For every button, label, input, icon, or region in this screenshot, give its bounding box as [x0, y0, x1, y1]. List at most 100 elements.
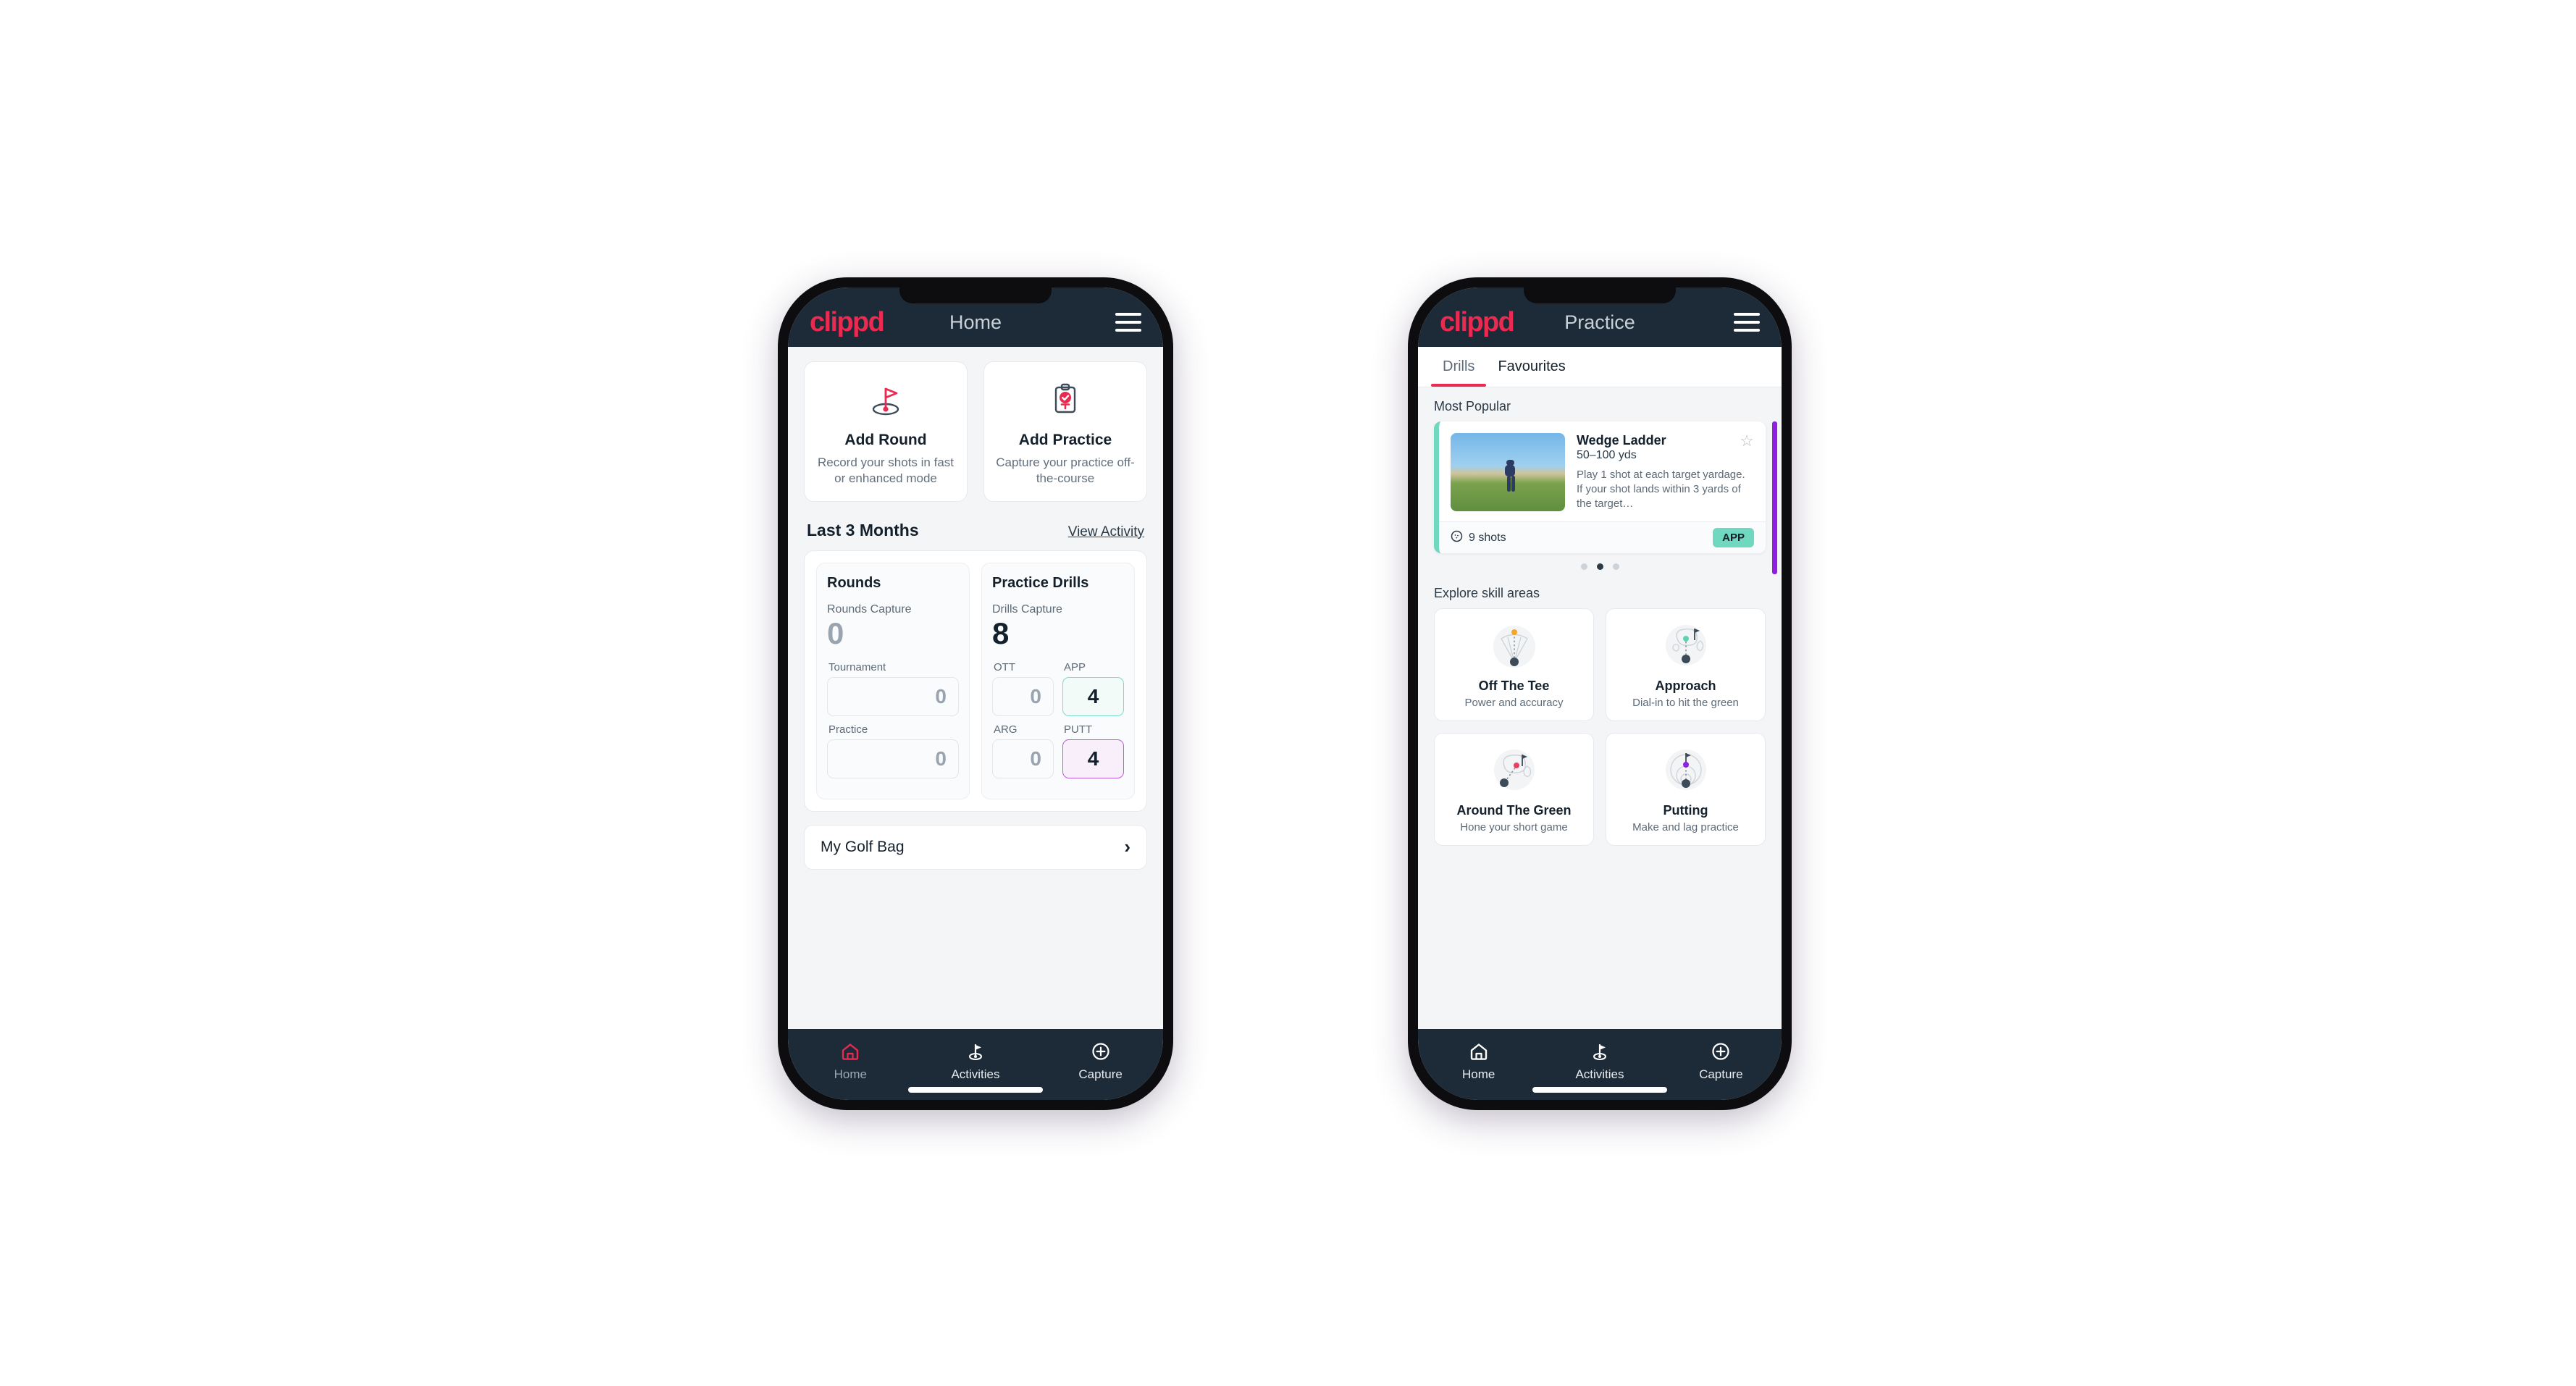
skill-card-approach[interactable]: Approach Dial-in to hit the green — [1606, 608, 1766, 721]
rounds-heading: Rounds — [827, 574, 881, 591]
add-practice-card[interactable]: Add Practice Capture your practice off-t… — [983, 361, 1147, 502]
drill-title: Wedge Ladder — [1577, 433, 1666, 448]
approach-green-icon — [1612, 619, 1759, 674]
skill-subtitle: Power and accuracy — [1464, 697, 1564, 709]
nav-item-activities[interactable]: Activities — [914, 1039, 1038, 1082]
drill-category-badge: APP — [1713, 528, 1754, 547]
app-value-box[interactable]: 4 — [1062, 676, 1124, 716]
add-round-subtitle: Record your shots in fast or enhanced mo… — [817, 455, 955, 485]
star-outline-icon[interactable]: ☆ — [1740, 433, 1754, 449]
clippd-logo[interactable]: clippd — [1440, 308, 1515, 336]
add-round-card[interactable]: Add Round Record your shots in fast or e… — [804, 361, 968, 502]
last-3-months-header: Last 3 Months View Activity — [788, 502, 1163, 550]
plus-circle-icon — [1039, 1039, 1162, 1064]
golfer-silhouette-icon — [1503, 459, 1518, 493]
hamburger-menu-icon[interactable] — [1734, 313, 1760, 332]
nav-label-activities: Activities — [951, 1067, 1000, 1081]
drill-thumbnail — [1451, 433, 1565, 511]
carousel-dot-3[interactable] — [1612, 563, 1619, 570]
add-round-title: Add Round — [844, 432, 927, 448]
my-golf-bag-row[interactable]: My Golf Bag › — [804, 824, 1147, 870]
drill-yardage: 50–100 yds — [1577, 449, 1637, 461]
phone-notch — [1524, 287, 1676, 303]
skill-title: Putting — [1663, 803, 1708, 818]
practice-label: Practice — [828, 723, 868, 736]
rounds-stat-column: Rounds Rounds Capture 0 Tournament 0 Pra… — [816, 562, 970, 799]
drills-stat-column: Practice Drills Drills Capture 8 OTT 0 A… — [981, 562, 1135, 799]
explore-skill-areas-label: Explore skill areas — [1434, 586, 1540, 600]
nav-item-activities[interactable]: Activities — [1540, 1039, 1660, 1082]
skill-title: Around The Green — [1456, 803, 1572, 818]
home-icon — [1419, 1039, 1539, 1064]
nav-item-capture[interactable]: Capture — [1039, 1039, 1162, 1082]
ott-label: OTT — [994, 660, 1015, 673]
practice-content: Most Popular Wedge Ladder ☆ 50–100 yds P… — [1418, 387, 1782, 1029]
arg-putt-row: ARG 0 PUTT 4 — [992, 723, 1124, 786]
golf-flag-icon — [1540, 1039, 1660, 1064]
nav-label-activities: Activities — [1575, 1067, 1624, 1081]
phone-mockup-practice: clippd Practice Drills Favourites Most P… — [1408, 277, 1792, 1110]
drill-shot-count: 9 shots — [1469, 531, 1506, 544]
ott-app-row: OTT 0 APP 4 — [992, 661, 1124, 723]
drills-heading: Practice Drills — [992, 574, 1089, 591]
drill-description: Play 1 shot at each target yardage. If y… — [1577, 469, 1745, 510]
skill-subtitle: Hone your short game — [1460, 821, 1568, 833]
nav-label-home: Home — [834, 1067, 867, 1081]
app-label: APP — [1064, 660, 1086, 673]
carousel-dot-1[interactable] — [1580, 563, 1587, 570]
tournament-value-box[interactable]: 0 — [827, 676, 959, 716]
bottom-nav-practice: Home Activities Capture — [1418, 1029, 1782, 1100]
clippd-logo[interactable]: clippd — [810, 308, 885, 336]
arg-value-box[interactable]: 0 — [992, 739, 1054, 778]
tab-drills[interactable]: Drills — [1431, 347, 1487, 387]
next-card-peek[interactable] — [1772, 421, 1777, 574]
putt-value-box[interactable]: 4 — [1062, 739, 1124, 778]
bottom-nav-home: Home Activities Capture — [788, 1029, 1163, 1100]
skill-card-around-the-green[interactable]: Around The Green Hone your short game — [1434, 733, 1594, 846]
carousel-dots[interactable] — [1434, 553, 1766, 574]
drill-card-wedge-ladder[interactable]: Wedge Ladder ☆ 50–100 yds Play 1 shot at… — [1434, 421, 1766, 553]
nav-label-capture: Capture — [1699, 1067, 1743, 1081]
skill-card-off-the-tee[interactable]: Off The Tee Power and accuracy — [1434, 608, 1594, 721]
plus-circle-icon — [1661, 1039, 1781, 1064]
nav-item-capture[interactable]: Capture — [1661, 1039, 1781, 1082]
golf-flag-icon — [914, 1039, 1038, 1064]
tee-shot-fan-icon — [1440, 619, 1587, 674]
chevron-right-icon: › — [1124, 836, 1130, 858]
quick-action-row: Add Round Record your shots in fast or e… — [788, 347, 1163, 502]
drill-card-footer: 9 shots APP — [1439, 521, 1766, 553]
add-practice-title: Add Practice — [1018, 432, 1112, 448]
skill-title: Off The Tee — [1478, 679, 1550, 693]
home-icon — [789, 1039, 912, 1064]
home-indicator — [1532, 1087, 1667, 1093]
view-activity-link[interactable]: View Activity — [1068, 524, 1144, 540]
screenshot-canvas: clippd Home Add Round Record your shots … — [0, 0, 2576, 1386]
home-indicator — [908, 1087, 1043, 1093]
most-popular-label: Most Popular — [1434, 399, 1511, 413]
skill-card-putting[interactable]: Putting Make and lag practice — [1606, 733, 1766, 846]
rounds-capture-value: 0 — [827, 616, 844, 650]
practice-value-box[interactable]: 0 — [827, 739, 959, 778]
hamburger-menu-icon[interactable] — [1115, 313, 1141, 332]
nav-label-home: Home — [1461, 1067, 1495, 1081]
clipboard-check-icon — [991, 378, 1139, 421]
tournament-label: Tournament — [828, 660, 886, 673]
drill-carousel[interactable]: Wedge Ladder ☆ 50–100 yds Play 1 shot at… — [1418, 421, 1782, 574]
carousel-dot-2[interactable] — [1596, 563, 1603, 570]
chip-green-icon — [1440, 744, 1587, 799]
section-title: Last 3 Months — [807, 520, 919, 539]
nav-item-home[interactable]: Home — [789, 1039, 912, 1082]
drills-capture-value: 8 — [992, 616, 1010, 650]
tab-favourites[interactable]: Favourites — [1486, 347, 1577, 387]
golf-flag-hole-icon — [812, 378, 960, 421]
my-golf-bag-label: My Golf Bag — [821, 838, 905, 855]
add-practice-subtitle: Capture your practice off-the-course — [996, 455, 1135, 485]
stats-card: Rounds Rounds Capture 0 Tournament 0 Pra… — [804, 550, 1147, 812]
rounds-capture-label: Rounds Capture — [827, 602, 912, 616]
home-content: Add Round Record your shots in fast or e… — [788, 347, 1163, 1029]
nav-label-capture: Capture — [1078, 1067, 1123, 1081]
ott-value-box[interactable]: 0 — [992, 676, 1054, 716]
skill-title: Approach — [1655, 679, 1716, 693]
drills-capture-label: Drills Capture — [992, 602, 1062, 616]
nav-item-home[interactable]: Home — [1419, 1039, 1539, 1082]
